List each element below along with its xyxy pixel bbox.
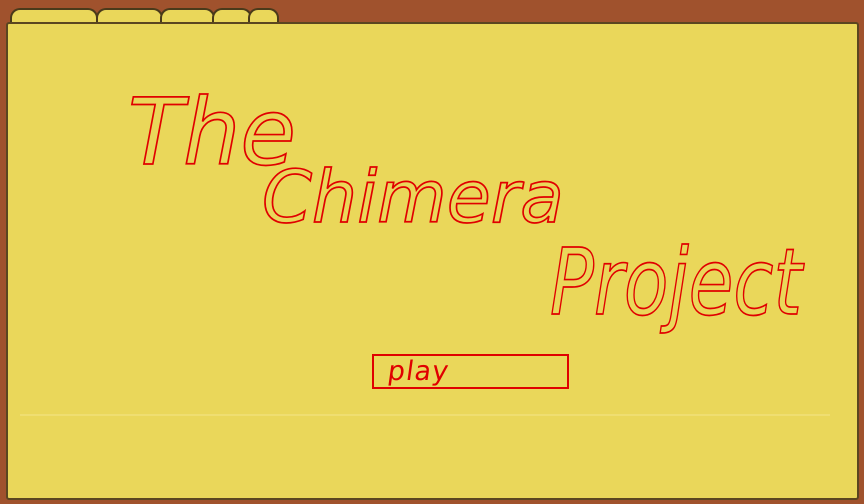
card-divider <box>20 414 830 416</box>
folder-card <box>6 22 859 500</box>
play-button[interactable]: play <box>372 354 569 389</box>
game-screen: The Chimera Project play <box>0 0 864 504</box>
play-button-label: play <box>385 356 452 387</box>
